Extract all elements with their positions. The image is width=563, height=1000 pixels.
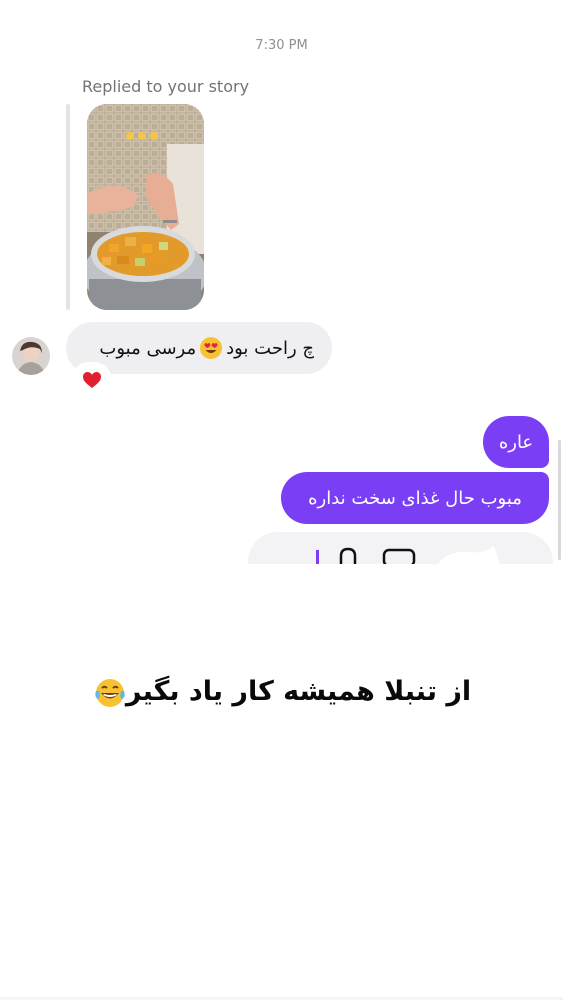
microphone-icon [339, 547, 357, 564]
timestamp-text: 7:30 PM [255, 38, 308, 52]
outgoing-message-text: مبوب حال غذای سخت نداره [308, 487, 522, 509]
incoming-message-text-continued: مرسی مبوب [99, 337, 197, 359]
incoming-message-bubble[interactable]: چ راحت بود مرسی مبوب [66, 322, 332, 374]
heart-eyes-emoji-icon [200, 337, 223, 359]
scroll-indicator[interactable] [558, 440, 561, 560]
sender-avatar[interactable] [12, 337, 50, 375]
overlay-caption: از تنبلا همیشه کار یاد بگیر [0, 676, 563, 709]
heart-icon [82, 372, 101, 388]
caption-text: از تنبلا همیشه کار یاد بگیر [125, 676, 472, 707]
avatar-icon [12, 337, 50, 375]
outgoing-message-bubble[interactable]: عاره [483, 416, 549, 468]
story-reply-label: Replied to your story [82, 77, 250, 96]
message-reaction[interactable] [73, 364, 110, 396]
story-image-icon [87, 104, 204, 310]
incoming-message-text: چ راحت بود [226, 337, 314, 359]
composer-icons [316, 546, 500, 564]
timestamp: 7:30 PM [0, 38, 563, 52]
laughing-tears-emoji-icon [95, 678, 125, 707]
story-thumbnail[interactable] [87, 104, 204, 310]
sticker-icon [438, 546, 500, 564]
text-cursor-icon [316, 550, 319, 564]
gallery-icon [382, 548, 416, 564]
outgoing-message-text: عاره [498, 431, 534, 453]
outgoing-message-bubble[interactable]: مبوب حال غذای سخت نداره [281, 472, 549, 524]
reply-bar [66, 104, 70, 310]
message-composer[interactable] [248, 532, 553, 564]
